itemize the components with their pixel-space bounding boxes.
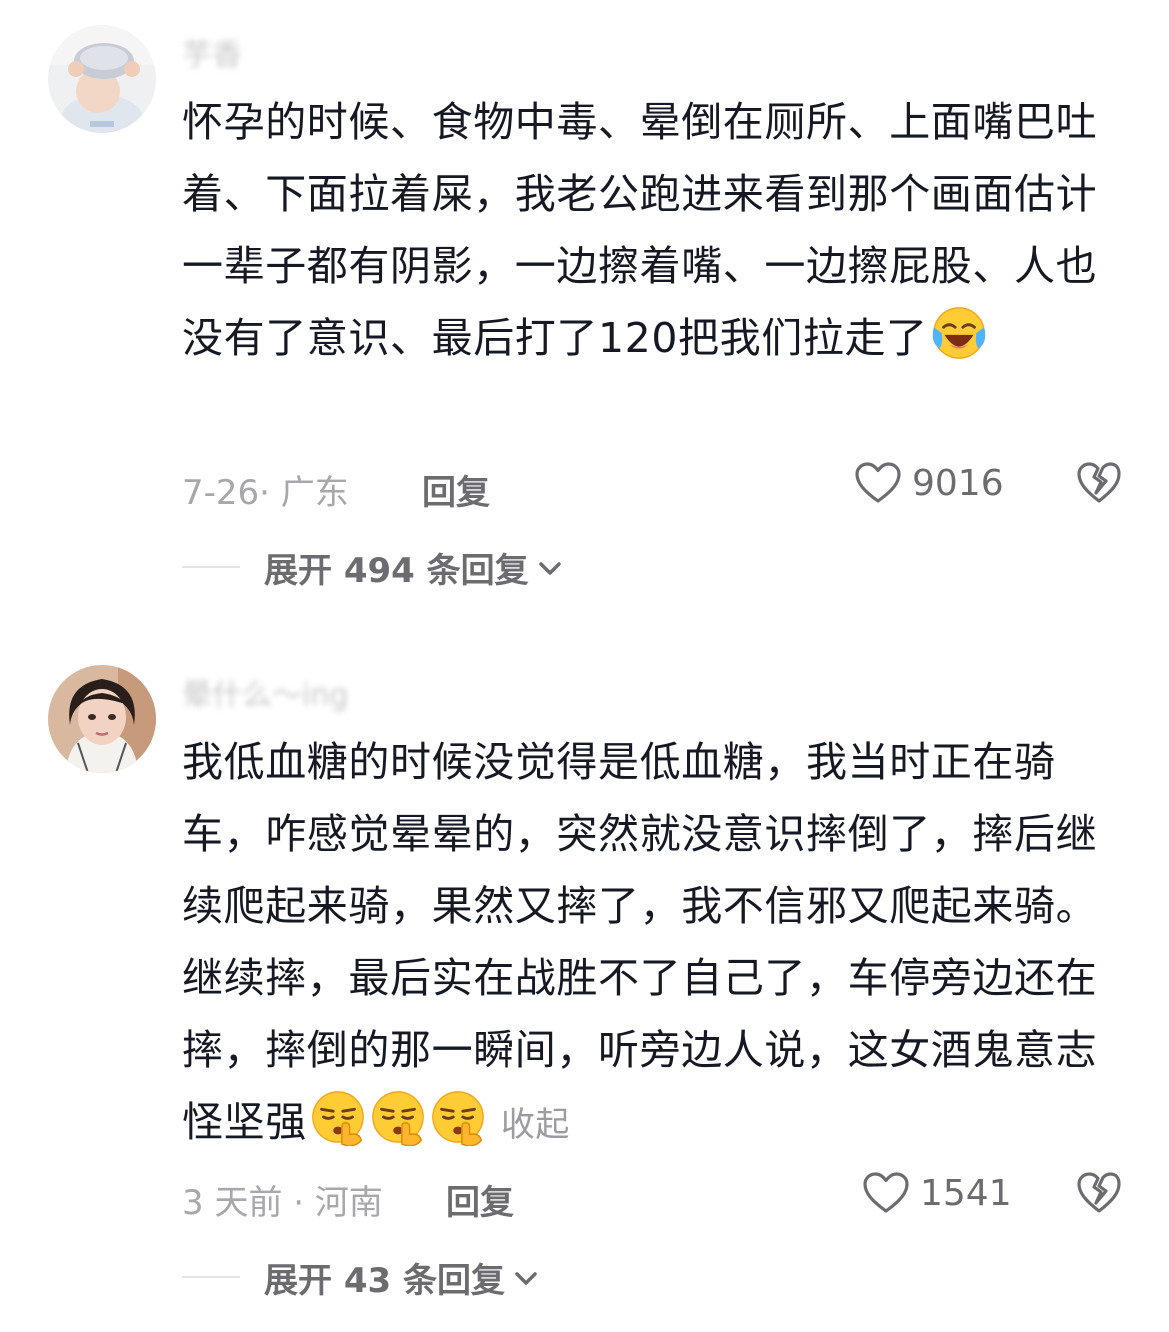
username[interactable]: 芋香 bbox=[182, 30, 242, 74]
chevron-down-icon bbox=[515, 1272, 537, 1285]
like-count: 9016 bbox=[912, 462, 1004, 504]
comment-text: 我低血糖的时候没觉得是低血糖，我当时正在骑车，咋感觉晕晕的，突然就没意识摔倒了，… bbox=[182, 726, 1112, 1161]
divider-line bbox=[182, 1276, 240, 1278]
comment-meta: 3 天前 · 河南 回复 1541 bbox=[182, 1172, 1122, 1223]
username[interactable]: 晕什么～ing bbox=[182, 670, 348, 714]
reply-button[interactable]: 回复 bbox=[446, 1175, 514, 1224]
date-location: 3 天前 · 河南 bbox=[182, 1183, 383, 1223]
like-count: 1541 bbox=[920, 1172, 1012, 1214]
expand-replies-label: 展开 494 条回复 bbox=[264, 550, 529, 591]
avatar-image bbox=[48, 25, 156, 133]
expand-replies-label: 展开 43 条回复 bbox=[264, 1260, 505, 1301]
shushing-face-emoji-icon bbox=[371, 1091, 424, 1146]
comment-meta: 7-26· 广东 回复 9016 bbox=[182, 462, 1122, 513]
dislike-button[interactable] bbox=[1076, 1171, 1122, 1224]
reply-button[interactable]: 回复 bbox=[422, 465, 490, 514]
broken-heart-icon bbox=[1077, 1172, 1121, 1213]
shushing-face-emoji-icon bbox=[431, 1091, 484, 1146]
expand-replies-button[interactable]: 展开 494 条回复 bbox=[182, 545, 563, 591]
avatar[interactable] bbox=[48, 25, 156, 133]
heart-icon bbox=[863, 1172, 909, 1213]
heart-icon bbox=[855, 462, 901, 503]
comment-text: 怀孕的时候、食物中毒、晕倒在厕所、上面嘴巴吐着、下面拉着屎，我老公跑进来看到那个… bbox=[182, 86, 1112, 374]
dislike-button[interactable] bbox=[1076, 461, 1122, 514]
broken-heart-icon bbox=[1077, 462, 1121, 503]
divider-line bbox=[182, 566, 240, 568]
avatar-image bbox=[48, 665, 156, 773]
date-location: 7-26· 广东 bbox=[182, 473, 349, 513]
comment-body: 我低血糖的时候没觉得是低血糖，我当时正在骑车，咋感觉晕晕的，突然就没意识摔倒了，… bbox=[182, 738, 1098, 1146]
collapse-button[interactable]: 收起 bbox=[501, 1105, 570, 1145]
like-button[interactable]: 1541 bbox=[862, 1171, 1012, 1215]
laughing-crying-emoji-icon bbox=[932, 307, 985, 359]
avatar[interactable] bbox=[48, 665, 156, 773]
chevron-down-icon bbox=[538, 562, 561, 575]
shushing-face-emoji-icon bbox=[311, 1091, 364, 1146]
expand-replies-button[interactable]: 展开 43 条回复 bbox=[182, 1255, 539, 1301]
like-button[interactable]: 9016 bbox=[854, 461, 1004, 505]
